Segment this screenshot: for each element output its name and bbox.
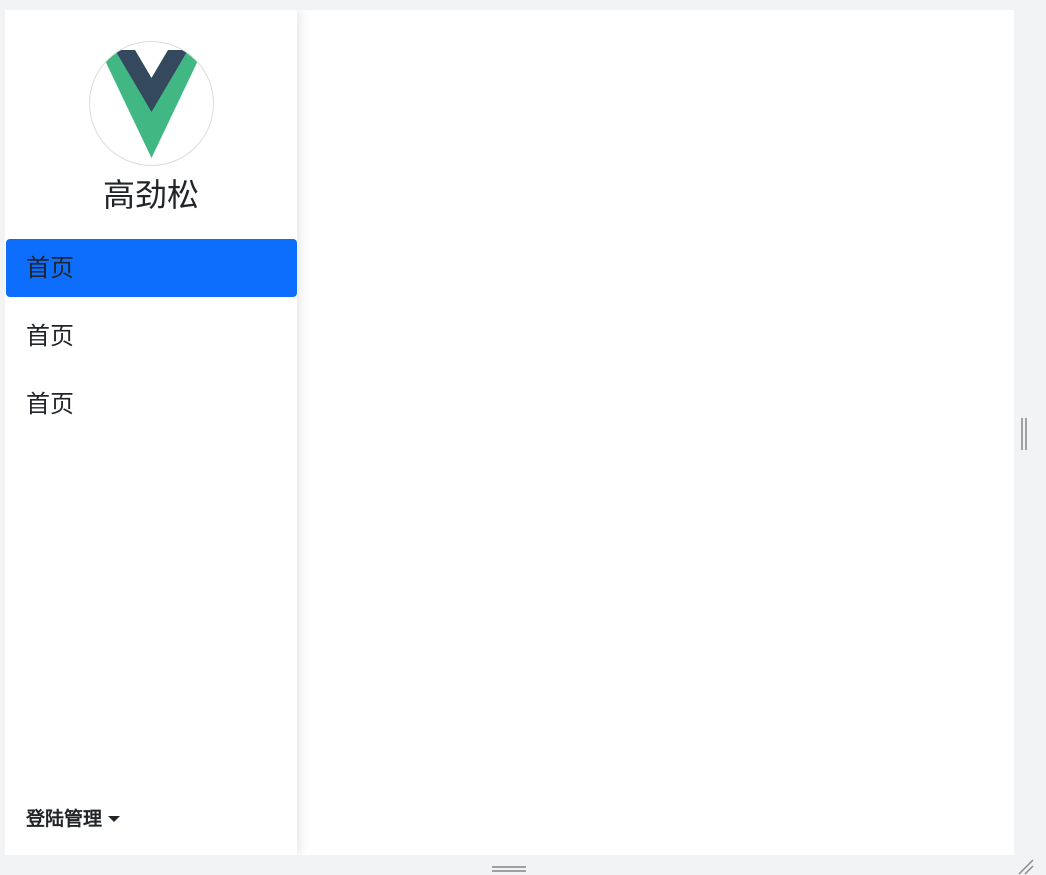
user-name: 高劲松 (102, 176, 199, 214)
login-management-dropdown[interactable]: 登陆管理 (26, 806, 121, 832)
resize-corner-icon[interactable] (1016, 857, 1034, 875)
sidebar-item-home[interactable]: 首页 (6, 239, 297, 297)
sidebar-nav: 首页 首页 首页 (5, 239, 297, 443)
drag-handle-vertical-icon[interactable] (1020, 418, 1028, 450)
caret-down-icon (108, 816, 121, 822)
vue-logo-icon (100, 50, 203, 158)
right-splitter-gutter[interactable] (1014, 10, 1046, 855)
avatar (89, 41, 214, 166)
drag-handle-horizontal-icon[interactable] (492, 866, 526, 874)
sidebar-item-home[interactable]: 首页 (6, 375, 297, 433)
app-frame: 高劲松 首页 首页 首页 登陆管理 (5, 10, 1014, 855)
sidebar-item-home[interactable]: 首页 (6, 307, 297, 365)
login-management-label: 登陆管理 (26, 808, 103, 830)
sidebar: 高劲松 首页 首页 首页 登陆管理 (5, 10, 297, 855)
